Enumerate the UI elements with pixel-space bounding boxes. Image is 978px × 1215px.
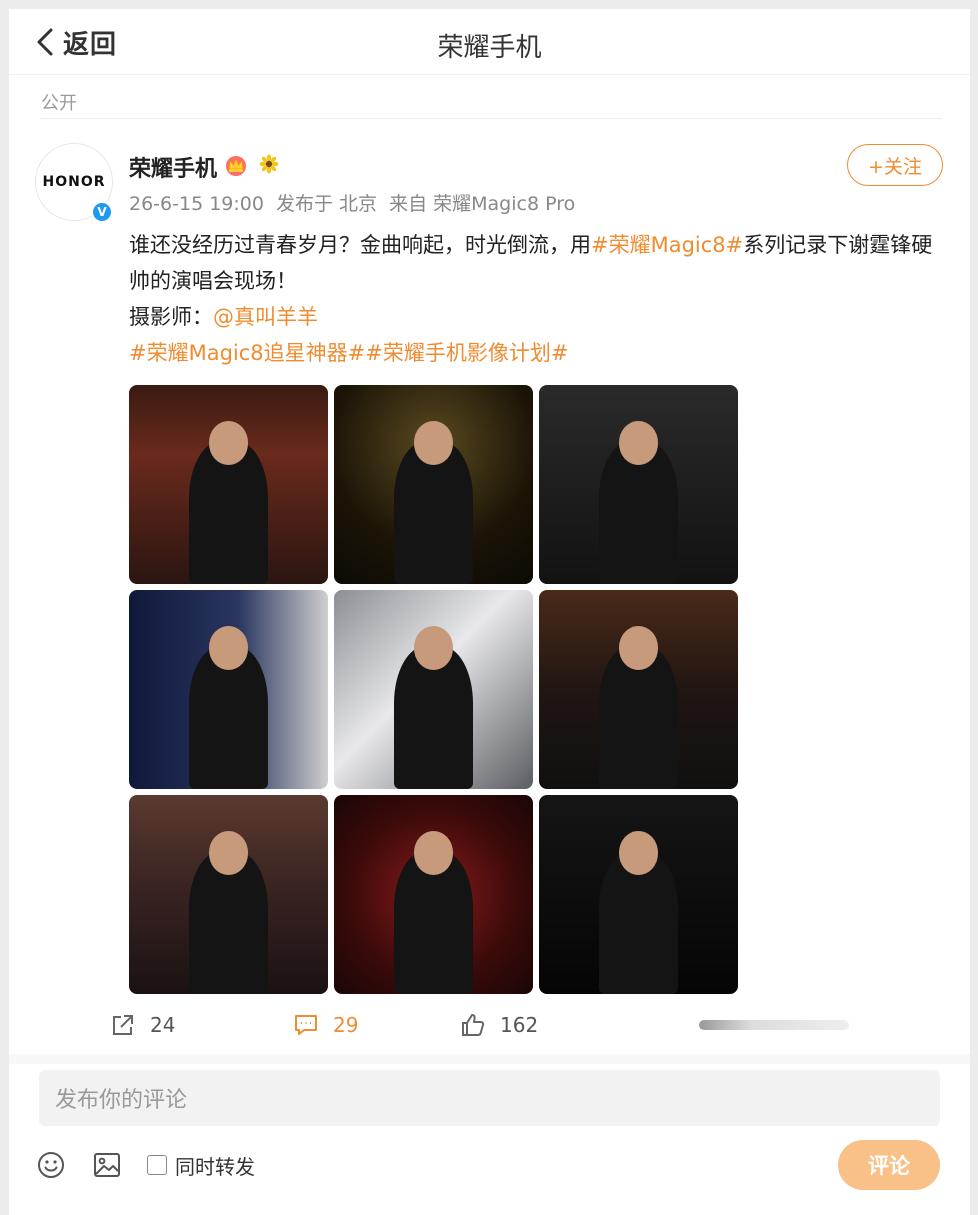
post-source: 来自 荣耀Magic8 Pro	[389, 193, 576, 215]
image-icon[interactable]	[91, 1149, 123, 1181]
text-segment: 谁还没经历过青春岁月？金曲响起，时光倒流，用	[129, 233, 591, 257]
verified-badge-icon: V	[91, 201, 113, 223]
comment-icon	[295, 1015, 317, 1035]
section-separator	[9, 1054, 970, 1064]
repost-button[interactable]: 24	[110, 1009, 175, 1041]
avatar-logo-text: HONOR	[42, 174, 106, 190]
composer-toolbar: 同时转发	[35, 1147, 255, 1183]
thumbs-up-icon	[462, 1014, 485, 1036]
author-name[interactable]: 荣耀手机	[129, 151, 217, 183]
like-button[interactable]: 162	[460, 1009, 538, 1041]
repost-count: 24	[150, 1013, 176, 1037]
photo-thumbnail[interactable]	[129, 795, 328, 994]
photo-thumbnail[interactable]	[334, 590, 533, 789]
crown-icon	[226, 156, 246, 176]
photo-thumbnail[interactable]	[334, 795, 533, 994]
mention-link[interactable]: @真叫羊羊	[213, 305, 318, 329]
photographer-label: 摄影师：	[129, 305, 213, 329]
sunflower-icon	[259, 154, 279, 174]
more-actions[interactable]	[699, 1009, 849, 1041]
blurred-action-placeholder	[699, 1020, 849, 1030]
photo-thumbnail[interactable]	[334, 385, 533, 584]
visibility-label: 公开	[41, 93, 77, 114]
hashtag-link[interactable]: #荣耀Magic8#	[591, 233, 743, 257]
follow-button[interactable]: +关注	[847, 144, 943, 186]
post-text: 谁还没经历过青春岁月？金曲响起，时光倒流，用#荣耀Magic8#系列记录下谢霆锋…	[129, 227, 939, 371]
like-count: 162	[500, 1013, 539, 1037]
comment-count: 29	[333, 1013, 359, 1037]
photo-grid	[129, 385, 738, 994]
emoji-icon[interactable]	[35, 1149, 67, 1181]
action-bar: 24 29 162	[9, 1009, 970, 1041]
post-location: 发布于 北京	[276, 193, 378, 215]
submit-comment-button[interactable]: 评论	[838, 1140, 940, 1190]
checkbox-box[interactable]	[147, 1155, 167, 1175]
page-title: 荣耀手机	[437, 33, 542, 63]
repost-checkbox-label: 同时转发	[175, 1154, 255, 1179]
hashtag-link[interactable]: #荣耀Magic8追星神器#	[129, 341, 365, 365]
comment-button[interactable]: 29	[293, 1009, 358, 1041]
post-meta: 26-6-15 19:00 发布于 北京 来自 荣耀Magic8 Pro	[129, 189, 581, 216]
photo-thumbnail[interactable]	[129, 590, 328, 789]
divider	[41, 118, 942, 119]
share-icon	[113, 1015, 133, 1035]
hashtag-link[interactable]: #荣耀手机影像计划#	[365, 341, 568, 365]
post-detail-page: 返回 荣耀手机 公开 HONOR V 荣耀手机 26-6-15 19:00 发布…	[9, 9, 970, 1215]
photo-thumbnail[interactable]	[539, 590, 738, 789]
post-time: 26-6-15 19:00	[129, 193, 264, 215]
comment-input[interactable]: 发布你的评论	[39, 1070, 940, 1126]
repost-checkbox[interactable]: 同时转发	[147, 1151, 255, 1180]
photo-thumbnail[interactable]	[129, 385, 328, 584]
photo-thumbnail[interactable]	[539, 795, 738, 994]
photo-thumbnail[interactable]	[539, 385, 738, 584]
top-bar: 返回 荣耀手机	[9, 9, 970, 75]
